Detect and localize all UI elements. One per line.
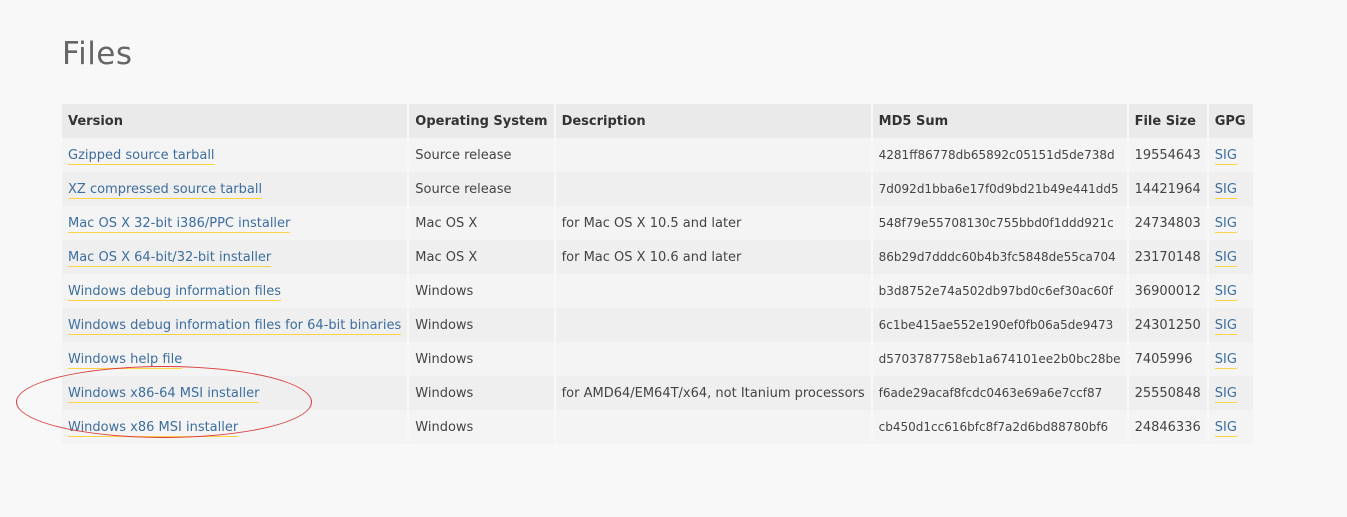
- size-cell: 7405996: [1128, 342, 1207, 376]
- table-row: XZ compressed source tarball Source rele…: [62, 172, 1253, 206]
- gpg-cell: SIG: [1208, 138, 1253, 172]
- version-cell: Mac OS X 64-bit/32-bit installer: [62, 240, 408, 274]
- sig-link[interactable]: SIG: [1214, 317, 1237, 335]
- description-cell: [555, 308, 871, 342]
- description-cell: [555, 274, 871, 308]
- table-row: Windows help file Windows d5703787758eb1…: [62, 342, 1253, 376]
- md5-cell: f6ade29acaf8fcdc0463e69a6e7ccf87: [872, 376, 1127, 410]
- gpg-cell: SIG: [1208, 274, 1253, 308]
- table-row: Gzipped source tarball Source release 42…: [62, 138, 1253, 172]
- size-cell: 36900012: [1128, 274, 1207, 308]
- gpg-cell: SIG: [1208, 410, 1253, 444]
- sig-link[interactable]: SIG: [1214, 419, 1237, 437]
- sig-link[interactable]: SIG: [1214, 283, 1237, 301]
- description-cell: [555, 410, 871, 444]
- version-cell: Windows x86-64 MSI installer: [62, 376, 408, 410]
- md5-cell: 4281ff86778db65892c05151d5de738d: [872, 138, 1127, 172]
- size-cell: 24734803: [1128, 206, 1207, 240]
- os-cell: Windows: [409, 376, 554, 410]
- header-file-size: File Size: [1128, 104, 1207, 138]
- description-cell: for AMD64/EM64T/x64, not Itanium process…: [555, 376, 871, 410]
- size-cell: 24846336: [1128, 410, 1207, 444]
- size-cell: 23170148: [1128, 240, 1207, 274]
- sig-link[interactable]: SIG: [1214, 215, 1237, 233]
- description-cell: [555, 138, 871, 172]
- os-cell: Windows: [409, 308, 554, 342]
- version-cell: Windows debug information files: [62, 274, 408, 308]
- md5-cell: 6c1be415ae552e190ef0fb06a5de9473: [872, 308, 1127, 342]
- sig-link[interactable]: SIG: [1214, 249, 1237, 267]
- header-gpg: GPG: [1208, 104, 1253, 138]
- table-row: Windows debug information files Windows …: [62, 274, 1253, 308]
- gpg-cell: SIG: [1208, 240, 1253, 274]
- os-cell: Mac OS X: [409, 240, 554, 274]
- version-cell: XZ compressed source tarball: [62, 172, 408, 206]
- download-link[interactable]: Gzipped source tarball: [68, 147, 215, 165]
- download-link[interactable]: XZ compressed source tarball: [68, 181, 263, 199]
- header-operating-system: Operating System: [409, 104, 554, 138]
- sig-link[interactable]: SIG: [1214, 385, 1237, 403]
- gpg-cell: SIG: [1208, 342, 1253, 376]
- download-link[interactable]: Windows debug information files for 64-b…: [68, 317, 402, 335]
- gpg-cell: SIG: [1208, 308, 1253, 342]
- size-cell: 25550848: [1128, 376, 1207, 410]
- header-version: Version: [62, 104, 408, 138]
- md5-cell: b3d8752e74a502db97bd0c6ef30ac60f: [872, 274, 1127, 308]
- os-cell: Source release: [409, 172, 554, 206]
- version-cell: Windows help file: [62, 342, 408, 376]
- size-cell: 19554643: [1128, 138, 1207, 172]
- version-cell: Mac OS X 32-bit i386/PPC installer: [62, 206, 408, 240]
- download-link[interactable]: Mac OS X 32-bit i386/PPC installer: [68, 215, 291, 233]
- md5-cell: 7d092d1bba6e17f0d9bd21b49e441dd5: [872, 172, 1127, 206]
- os-cell: Mac OS X: [409, 206, 554, 240]
- os-cell: Windows: [409, 274, 554, 308]
- download-link[interactable]: Windows debug information files: [68, 283, 282, 301]
- table-row: Windows x86 MSI installer Windows cb450d…: [62, 410, 1253, 444]
- sig-link[interactable]: SIG: [1214, 181, 1237, 199]
- download-link[interactable]: Windows help file: [68, 351, 183, 369]
- version-cell: Windows x86 MSI installer: [62, 410, 408, 444]
- md5-cell: 548f79e55708130c755bbd0f1ddd921c: [872, 206, 1127, 240]
- md5-cell: 86b29d7dddc60b4b3fc5848de55ca704: [872, 240, 1127, 274]
- page-title: Files: [62, 36, 133, 72]
- gpg-cell: SIG: [1208, 172, 1253, 206]
- download-link[interactable]: Mac OS X 64-bit/32-bit installer: [68, 249, 272, 267]
- header-description: Description: [555, 104, 871, 138]
- files-table: Version Operating System Description MD5…: [60, 104, 1255, 444]
- description-cell: for Mac OS X 10.5 and later: [555, 206, 871, 240]
- os-cell: Source release: [409, 138, 554, 172]
- os-cell: Windows: [409, 342, 554, 376]
- os-cell: Windows: [409, 410, 554, 444]
- table-row: Windows x86-64 MSI installer Windows for…: [62, 376, 1253, 410]
- description-cell: [555, 342, 871, 376]
- gpg-cell: SIG: [1208, 206, 1253, 240]
- table-header-row: Version Operating System Description MD5…: [62, 104, 1253, 138]
- md5-cell: d5703787758eb1a674101ee2b0bc28be: [872, 342, 1127, 376]
- size-cell: 24301250: [1128, 308, 1207, 342]
- md5-cell: cb450d1cc616bfc8f7a2d6bd88780bf6: [872, 410, 1127, 444]
- table-row: Windows debug information files for 64-b…: [62, 308, 1253, 342]
- size-cell: 14421964: [1128, 172, 1207, 206]
- gpg-cell: SIG: [1208, 376, 1253, 410]
- description-cell: for Mac OS X 10.6 and later: [555, 240, 871, 274]
- sig-link[interactable]: SIG: [1214, 147, 1237, 165]
- download-link[interactable]: Windows x86-64 MSI installer: [68, 385, 260, 403]
- table-row: Mac OS X 64-bit/32-bit installer Mac OS …: [62, 240, 1253, 274]
- sig-link[interactable]: SIG: [1214, 351, 1237, 369]
- description-cell: [555, 172, 871, 206]
- version-cell: Gzipped source tarball: [62, 138, 408, 172]
- download-link[interactable]: Windows x86 MSI installer: [68, 419, 239, 437]
- table-row: Mac OS X 32-bit i386/PPC installer Mac O…: [62, 206, 1253, 240]
- header-md5-sum: MD5 Sum: [872, 104, 1127, 138]
- version-cell: Windows debug information files for 64-b…: [62, 308, 408, 342]
